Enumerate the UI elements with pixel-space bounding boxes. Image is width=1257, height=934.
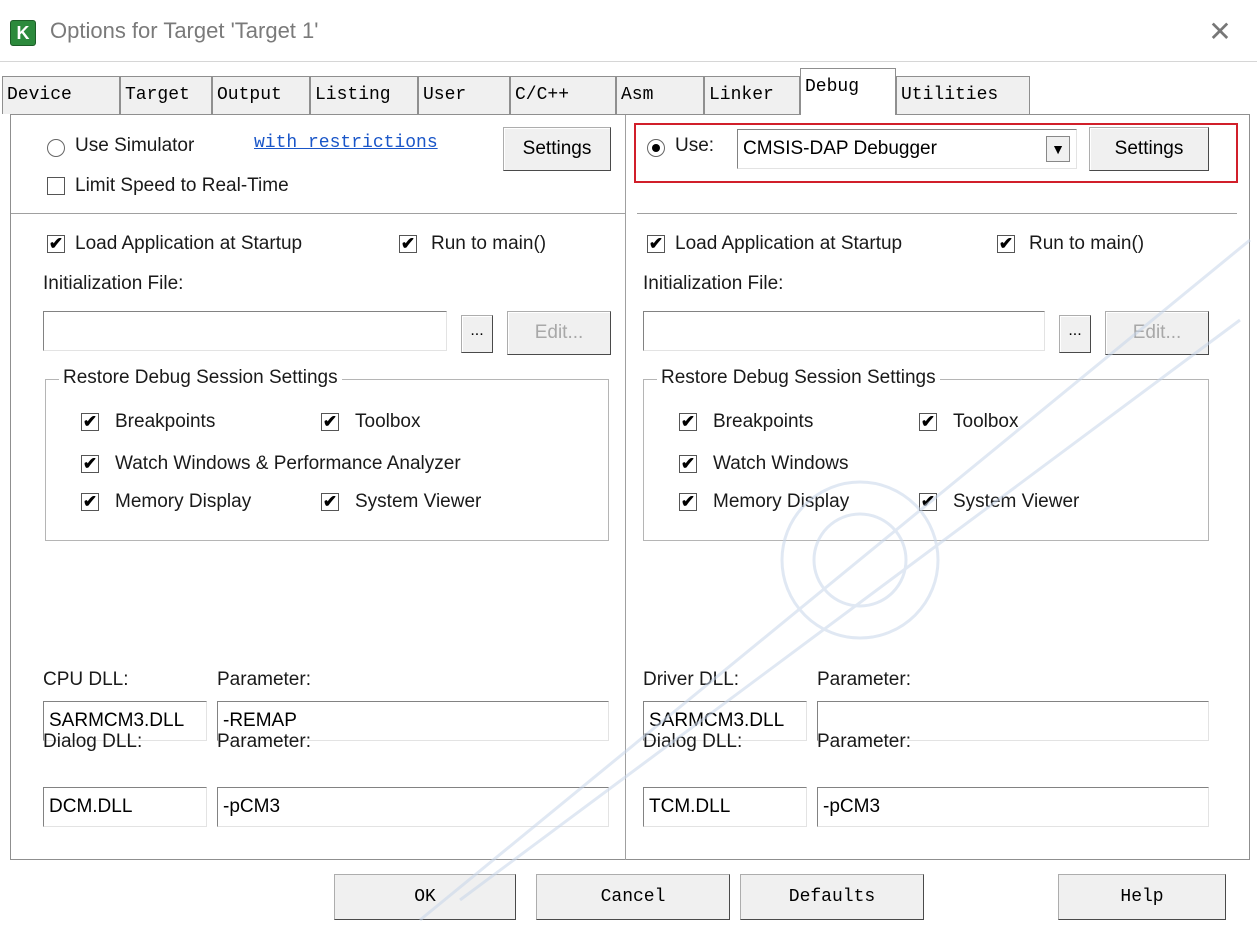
- tab-asm[interactable]: Asm: [616, 76, 704, 114]
- tab-output[interactable]: Output: [212, 76, 310, 114]
- right-dialog-dll-label: Dialog DLL:: [643, 731, 743, 752]
- system-viewer-checkbox[interactable]: ✔: [321, 493, 339, 511]
- dialog-parameter-label: Parameter:: [217, 731, 311, 752]
- driver-parameter-label: Parameter:: [817, 669, 911, 690]
- breakpoints-label: Breakpoints: [115, 411, 216, 432]
- right-separator: [637, 213, 1237, 214]
- system-viewer-label: System Viewer: [355, 491, 482, 512]
- window-title: Options for Target 'Target 1': [50, 18, 319, 43]
- right-memory-display-label: Memory Display: [713, 491, 850, 512]
- right-run-to-main-checkbox[interactable]: ✔: [997, 235, 1015, 253]
- tab-listing[interactable]: Listing: [310, 76, 418, 114]
- dialog-dll-label: Dialog DLL:: [43, 731, 143, 752]
- watch-windows-checkbox[interactable]: ✔: [81, 455, 99, 473]
- ok-button[interactable]: OK: [334, 874, 516, 920]
- right-run-to-main-label: Run to main(): [1029, 233, 1145, 254]
- debugger-settings-button[interactable]: Settings: [1089, 127, 1209, 171]
- use-simulator-label: Use Simulator: [75, 135, 195, 156]
- tab-cc[interactable]: C/C++: [510, 76, 616, 114]
- dialog-footer: OK Cancel Defaults Help: [0, 860, 1257, 934]
- debugger-select[interactable]: CMSIS-DAP Debugger ▼: [737, 129, 1077, 169]
- use-debugger-radio[interactable]: [647, 139, 665, 157]
- right-dialog-parameter-label: Parameter:: [817, 731, 911, 752]
- dialog-parameter-field[interactable]: -pCM3: [217, 787, 609, 827]
- init-file-label: Initialization File:: [43, 273, 184, 294]
- tab-target[interactable]: Target: [120, 76, 212, 114]
- right-init-file-edit-button[interactable]: Edit...: [1105, 311, 1209, 355]
- toolbox-checkbox[interactable]: ✔: [321, 413, 339, 431]
- right-load-app-label: Load Application at Startup: [675, 233, 903, 254]
- right-init-file-browse-button[interactable]: ...: [1059, 315, 1091, 353]
- load-app-checkbox[interactable]: ✔: [47, 235, 65, 253]
- tab-user[interactable]: User: [418, 76, 510, 114]
- title-bar: K Options for Target 'Target 1' ✕: [0, 0, 1257, 62]
- help-button[interactable]: Help: [1058, 874, 1226, 920]
- cpu-dll-label: CPU DLL:: [43, 669, 129, 690]
- chevron-down-icon[interactable]: ▼: [1046, 136, 1070, 162]
- right-system-viewer-label: System Viewer: [953, 491, 1080, 512]
- use-debugger-label: Use:: [675, 135, 715, 156]
- right-breakpoints-label: Breakpoints: [713, 411, 814, 432]
- right-restore-settings-legend: Restore Debug Session Settings: [657, 367, 940, 389]
- left-separator: [11, 213, 625, 214]
- keil-icon: K: [10, 20, 36, 46]
- init-file-browse-button[interactable]: ...: [461, 315, 493, 353]
- right-toolbox-checkbox[interactable]: ✔: [919, 413, 937, 431]
- cpu-parameter-label: Parameter:: [217, 669, 311, 690]
- cancel-button[interactable]: Cancel: [536, 874, 730, 920]
- init-file-input[interactable]: [43, 311, 447, 351]
- right-init-file-input[interactable]: [643, 311, 1045, 351]
- load-app-label: Load Application at Startup: [75, 233, 303, 254]
- right-dialog-parameter-field[interactable]: -pCM3: [817, 787, 1209, 827]
- right-load-app-checkbox[interactable]: ✔: [647, 235, 665, 253]
- right-dialog-dll-field[interactable]: TCM.DLL: [643, 787, 807, 827]
- right-watch-windows-label: Watch Windows: [713, 453, 849, 474]
- limit-speed-checkbox[interactable]: [47, 177, 65, 195]
- tab-device[interactable]: Device: [2, 76, 120, 114]
- tab-debug[interactable]: Debug: [800, 68, 896, 115]
- use-simulator-radio[interactable]: [47, 139, 65, 157]
- breakpoints-checkbox[interactable]: ✔: [81, 413, 99, 431]
- tab-linker[interactable]: Linker: [704, 76, 800, 114]
- init-file-edit-button[interactable]: Edit...: [507, 311, 611, 355]
- debugger-select-value: CMSIS-DAP Debugger: [743, 138, 937, 159]
- right-system-viewer-checkbox[interactable]: ✔: [919, 493, 937, 511]
- driver-dll-label: Driver DLL:: [643, 669, 740, 690]
- defaults-button[interactable]: Defaults: [740, 874, 924, 920]
- watch-windows-label: Watch Windows & Performance Analyzer: [115, 453, 461, 474]
- column-divider: [625, 115, 626, 861]
- memory-display-label: Memory Display: [115, 491, 252, 512]
- right-memory-display-checkbox[interactable]: ✔: [679, 493, 697, 511]
- right-toolbox-label: Toolbox: [953, 411, 1019, 432]
- restore-settings-legend: Restore Debug Session Settings: [59, 367, 342, 389]
- right-init-file-label: Initialization File:: [643, 273, 784, 294]
- run-to-main-label: Run to main(): [431, 233, 547, 254]
- with-restrictions-link[interactable]: with restrictions: [254, 133, 438, 153]
- simulator-settings-button[interactable]: Settings: [503, 127, 611, 171]
- toolbox-label: Toolbox: [355, 411, 421, 432]
- right-breakpoints-checkbox[interactable]: ✔: [679, 413, 697, 431]
- run-to-main-checkbox[interactable]: ✔: [399, 235, 417, 253]
- close-icon[interactable]: ✕: [1206, 18, 1234, 46]
- tab-utilities[interactable]: Utilities: [896, 76, 1030, 114]
- right-watch-windows-checkbox[interactable]: ✔: [679, 455, 697, 473]
- dialog-dll-field[interactable]: DCM.DLL: [43, 787, 207, 827]
- debug-tab-page: Use Simulator with restrictions Settings…: [10, 114, 1250, 861]
- memory-display-checkbox[interactable]: ✔: [81, 493, 99, 511]
- limit-speed-label: Limit Speed to Real-Time: [75, 175, 289, 196]
- tab-strip: Device Target Output Listing User C/C++ …: [0, 68, 1257, 116]
